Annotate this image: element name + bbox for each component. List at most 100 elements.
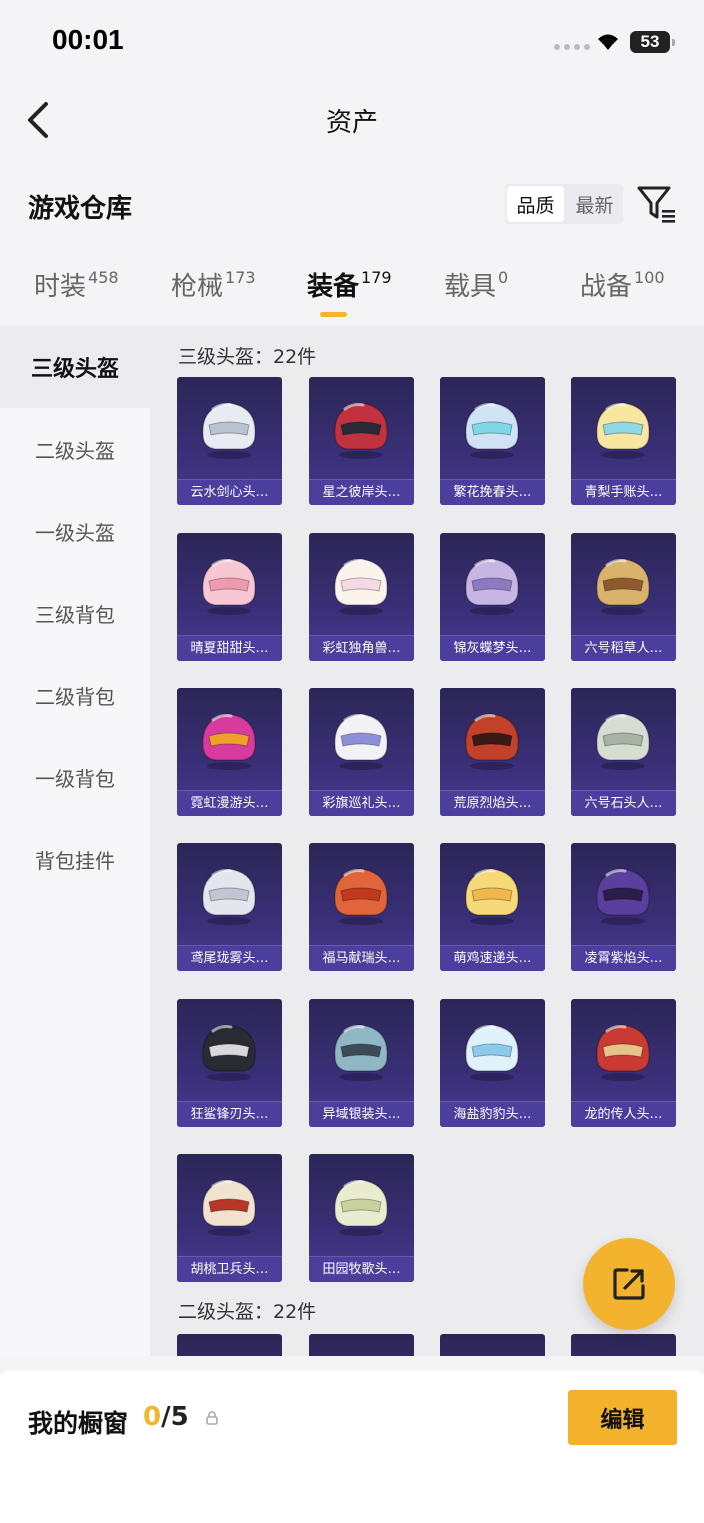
helmet-card[interactable] bbox=[309, 1334, 414, 1356]
helmet-icon bbox=[334, 558, 388, 615]
helmet-card[interactable]: 胡桃卫兵头… bbox=[177, 1154, 282, 1282]
section-title-level3-helmet: 三级头盔：22件 bbox=[178, 346, 317, 368]
tab-guns[interactable]: 枪械 173 bbox=[171, 266, 256, 303]
sidebar-item-level2-backpack[interactable]: 二级背包 bbox=[0, 654, 150, 736]
warehouse-title: 游戏仓库 bbox=[28, 194, 133, 224]
item-grid-panel[interactable]: 三级头盔：22件 二级头盔：22件 云水剑心头… 星之彼岸头… 繁花挽春头… 青梨手账… bbox=[150, 326, 704, 1356]
helmet-icon bbox=[465, 558, 519, 615]
helmet-card-name: 晴夏甜甜头… bbox=[177, 635, 282, 661]
helmet-card[interactable]: 星之彼岸头… bbox=[309, 377, 414, 505]
sidebar: 三级头盔 二级头盔 一级头盔 三级背包 二级背包 一级背包 背包挂件 bbox=[0, 326, 150, 1356]
tab-count: 173 bbox=[225, 268, 256, 287]
helmet-card-name: 凌霄紫焰头… bbox=[571, 945, 676, 971]
helmet-card[interactable] bbox=[571, 1334, 676, 1356]
tab-vehicles[interactable]: 载具 0 bbox=[444, 266, 508, 303]
showcase-total: /5 bbox=[161, 1402, 189, 1432]
sort-quality-button[interactable]: 品质 bbox=[507, 186, 564, 222]
helmet-card[interactable]: 狂鲨锋刃头… bbox=[177, 999, 282, 1127]
helmet-icon bbox=[334, 402, 388, 459]
battery-icon: 53 bbox=[630, 31, 675, 53]
helmet-icon bbox=[334, 1179, 388, 1236]
status-time: 00:01 bbox=[52, 24, 124, 55]
helmet-card-name: 萌鸡速递头… bbox=[440, 945, 545, 971]
helmet-card-name: 异域银装头… bbox=[309, 1101, 414, 1127]
helmet-card[interactable]: 繁花挽春头… bbox=[440, 377, 545, 505]
helmet-card[interactable]: 田园牧歌头… bbox=[309, 1154, 414, 1282]
helmet-icon bbox=[465, 868, 519, 925]
tab-label: 枪械 bbox=[171, 272, 224, 302]
helmet-icon bbox=[465, 1024, 519, 1081]
tab-label: 装备 bbox=[307, 272, 360, 302]
helmet-card-name: 霓虹漫游头… bbox=[177, 790, 282, 816]
helmet-card-name: 荒原烈焰头… bbox=[440, 790, 545, 816]
helmet-card[interactable]: 青梨手账头… bbox=[571, 377, 676, 505]
helmet-card-name: 田园牧歌头… bbox=[309, 1256, 414, 1282]
helmet-card-name: 六号石头人… bbox=[571, 790, 676, 816]
helmet-card-name: 龙的传人头… bbox=[571, 1101, 676, 1127]
tab-supplies[interactable]: 战备 100 bbox=[580, 266, 665, 303]
helmet-card-name: 彩虹独角兽… bbox=[309, 635, 414, 661]
helmet-card[interactable]: 霓虹漫游头… bbox=[177, 688, 282, 816]
tab-count: 0 bbox=[498, 268, 509, 287]
helmet-icon bbox=[202, 713, 256, 770]
helmet-card[interactable]: 彩旗巡礼头… bbox=[309, 688, 414, 816]
tab-fashion[interactable]: 时装 458 bbox=[34, 266, 119, 303]
tab-count: 179 bbox=[361, 268, 392, 287]
helmet-card-name: 锦灰蝶梦头… bbox=[440, 635, 545, 661]
tab-count: 458 bbox=[88, 268, 119, 287]
helmet-card[interactable]: 晴夏甜甜头… bbox=[177, 533, 282, 661]
sidebar-item-level3-helmet[interactable]: 三级头盔 bbox=[0, 326, 150, 408]
sidebar-item-level2-helmet[interactable]: 二级头盔 bbox=[0, 408, 150, 490]
helmet-card[interactable]: 福马献瑞头… bbox=[309, 843, 414, 971]
helmet-card[interactable]: 凌霄紫焰头… bbox=[571, 843, 676, 971]
nav-bar: 资产 bbox=[0, 90, 704, 150]
helmet-card[interactable]: 龙的传人头… bbox=[571, 999, 676, 1127]
helmet-card-name: 彩旗巡礼头… bbox=[309, 790, 414, 816]
lock-icon bbox=[206, 1411, 218, 1425]
helmet-icon bbox=[202, 1179, 256, 1236]
sidebar-item-level3-backpack[interactable]: 三级背包 bbox=[0, 572, 150, 654]
helmet-card-name: 鸢尾珑雾头… bbox=[177, 945, 282, 971]
section-title-level2-helmet: 二级头盔：22件 bbox=[178, 1301, 317, 1323]
cellular-signal-icon bbox=[554, 44, 590, 50]
helmet-card[interactable] bbox=[177, 1334, 282, 1356]
sidebar-item-level1-backpack[interactable]: 一级背包 bbox=[0, 736, 150, 818]
helmet-icon bbox=[334, 868, 388, 925]
sidebar-item-level1-helmet[interactable]: 一级头盔 bbox=[0, 490, 150, 572]
sort-latest-button[interactable]: 最新 bbox=[566, 184, 623, 224]
helmet-card[interactable]: 萌鸡速递头… bbox=[440, 843, 545, 971]
share-button[interactable] bbox=[583, 1238, 675, 1330]
helmet-icon bbox=[334, 1024, 388, 1081]
helmet-card-name: 星之彼岸头… bbox=[309, 479, 414, 505]
helmet-icon bbox=[465, 713, 519, 770]
helmet-card[interactable]: 彩虹独角兽… bbox=[309, 533, 414, 661]
helmet-card-name: 六号稻草人… bbox=[571, 635, 676, 661]
showcase-current: 0 bbox=[143, 1402, 162, 1432]
sidebar-item-backpack-pendant[interactable]: 背包挂件 bbox=[0, 818, 150, 900]
helmet-card[interactable]: 云水剑心头… bbox=[177, 377, 282, 505]
helmet-card[interactable]: 六号石头人… bbox=[571, 688, 676, 816]
tab-label: 时装 bbox=[34, 272, 87, 302]
helmet-card-name: 胡桃卫兵头… bbox=[177, 1256, 282, 1282]
helmet-card[interactable]: 鸢尾珑雾头… bbox=[177, 843, 282, 971]
filter-icon[interactable] bbox=[636, 184, 678, 224]
helmet-card[interactable]: 荒原烈焰头… bbox=[440, 688, 545, 816]
showcase-bar: 我的橱窗 0/5 编辑 bbox=[0, 1370, 704, 1523]
wifi-icon bbox=[598, 34, 618, 50]
helmet-card-name: 福马献瑞头… bbox=[309, 945, 414, 971]
helmet-card-name: 繁花挽春头… bbox=[440, 479, 545, 505]
sort-toggle: 品质 最新 bbox=[505, 184, 623, 224]
tab-equipment[interactable]: 装备 179 bbox=[307, 266, 392, 303]
helmet-card[interactable] bbox=[440, 1334, 545, 1356]
helmet-card[interactable]: 海盐豹豹头… bbox=[440, 999, 545, 1127]
edit-button[interactable]: 编辑 bbox=[568, 1390, 677, 1445]
helmet-card-name: 云水剑心头… bbox=[177, 479, 282, 505]
helmet-card[interactable]: 六号稻草人… bbox=[571, 533, 676, 661]
helmet-icon bbox=[596, 558, 650, 615]
helmet-card[interactable]: 异域银装头… bbox=[309, 999, 414, 1127]
page-title: 资产 bbox=[325, 108, 378, 138]
showcase-count: 0/5 bbox=[143, 1402, 189, 1432]
helmet-icon bbox=[465, 402, 519, 459]
helmet-card[interactable]: 锦灰蝶梦头… bbox=[440, 533, 545, 661]
helmet-icon bbox=[334, 713, 388, 770]
